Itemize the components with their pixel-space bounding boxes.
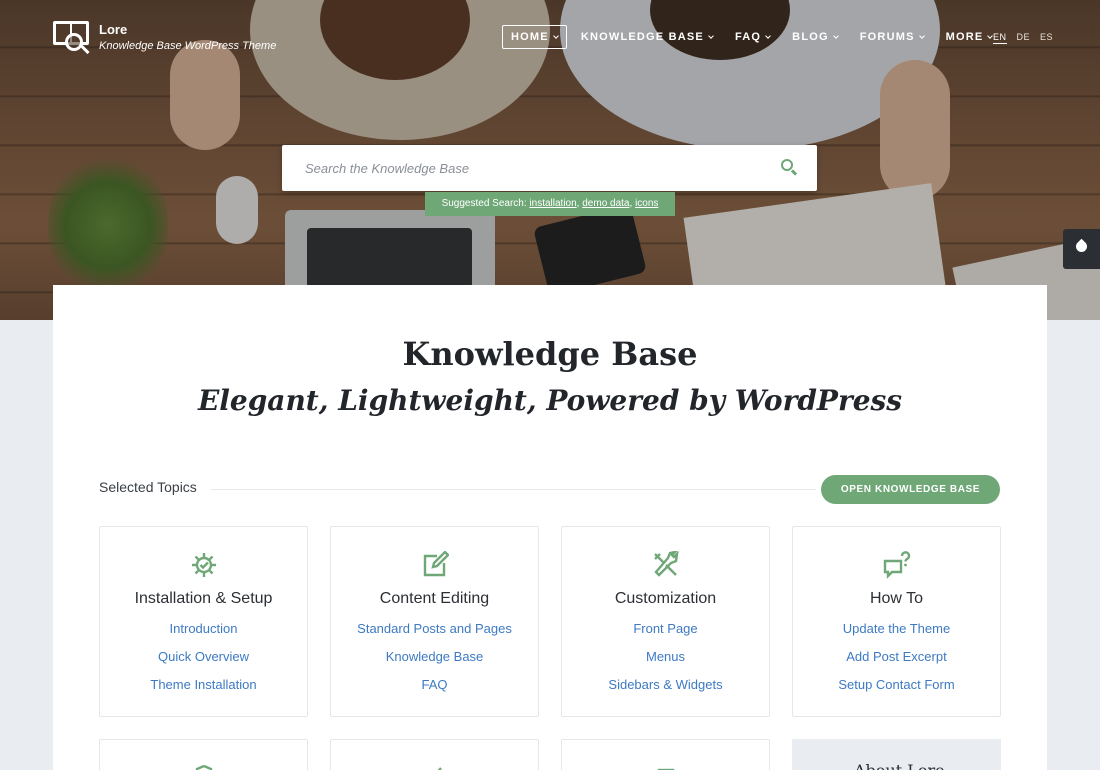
topic-card xyxy=(561,739,770,770)
topic-link[interactable]: Theme Installation xyxy=(100,677,307,705)
topic-card: Customization Front Page Menus Sidebars … xyxy=(561,526,770,717)
main-content: Knowledge Base Elegant, Lightweight, Pow… xyxy=(53,285,1047,770)
drop-icon xyxy=(1073,238,1090,255)
gear-check-icon xyxy=(192,553,216,577)
search-icon[interactable] xyxy=(779,158,799,178)
topic-card: Installation & Setup Introduction Quick … xyxy=(99,526,308,717)
topic-link[interactable]: Update the Theme xyxy=(793,621,1000,649)
site-logo[interactable]: Lore Knowledge Base WordPress Theme xyxy=(53,19,276,56)
chevron-down-icon xyxy=(918,32,925,39)
topic-link[interactable]: Sidebars & Widgets xyxy=(562,677,769,705)
section-title: Selected Topics xyxy=(99,479,197,495)
style-switcher-button[interactable] xyxy=(1063,229,1100,269)
section-divider xyxy=(211,489,816,490)
topic-card xyxy=(99,739,308,770)
topic-title: Installation & Setup xyxy=(134,590,273,607)
nav-item-home[interactable]: HOME xyxy=(502,25,567,49)
nav-item-more[interactable]: MORE xyxy=(938,25,1001,49)
chevron-down-icon xyxy=(552,32,559,39)
topic-link[interactable]: Knowledge Base xyxy=(331,649,538,677)
lang-en[interactable]: EN xyxy=(993,32,1007,44)
pencil-icon xyxy=(437,767,442,770)
book-search-icon xyxy=(53,19,91,56)
topic-title: Customization xyxy=(614,590,717,607)
topic-card: How To Update the Theme Add Post Excerpt… xyxy=(792,526,1001,717)
suggestion-link[interactable]: installation xyxy=(529,198,576,209)
open-knowledge-base-button[interactable]: OPEN KNOWLEDGE BASE xyxy=(821,475,1000,504)
about-box: About Lore xyxy=(792,739,1001,770)
suggested-search-label: Suggested Search: xyxy=(441,198,527,209)
lang-de[interactable]: DE xyxy=(1017,32,1031,44)
language-switcher: EN DE ES xyxy=(993,32,1063,44)
page-subtitle: Elegant, Lightweight, Powered by WordPre… xyxy=(197,384,903,417)
suggestion-link[interactable]: icons xyxy=(635,198,658,209)
shield-icon xyxy=(195,764,213,770)
search-box xyxy=(282,145,817,191)
page-title: Knowledge Base xyxy=(402,335,698,373)
topic-link[interactable]: Menus xyxy=(562,649,769,677)
topic-title: How To xyxy=(869,590,924,607)
chevron-down-icon xyxy=(832,32,839,39)
topic-link[interactable]: Front Page xyxy=(562,621,769,649)
topic-link[interactable]: Quick Overview xyxy=(100,649,307,677)
chat-question-icon xyxy=(883,551,911,579)
suggested-search: Suggested Search: installation, demo dat… xyxy=(425,192,675,216)
topic-link[interactable]: Add Post Excerpt xyxy=(793,649,1000,677)
tools-icon xyxy=(654,551,679,577)
edit-icon xyxy=(423,551,449,577)
nav-item-forums[interactable]: FORUMS xyxy=(852,25,932,49)
topic-title: Content Editing xyxy=(379,590,490,607)
topic-link[interactable]: FAQ xyxy=(331,677,538,705)
nav-item-blog[interactable]: BLOG xyxy=(784,25,846,49)
chevron-down-icon xyxy=(708,32,714,39)
suggestion-link[interactable]: demo data xyxy=(582,198,629,209)
about-title: About Lore xyxy=(854,761,945,770)
topic-link[interactable]: Introduction xyxy=(100,621,307,649)
topic-card xyxy=(330,739,539,770)
topic-link[interactable]: Setup Contact Form xyxy=(793,677,1000,705)
calendar-icon xyxy=(657,768,675,770)
nav-item-faq[interactable]: FAQ xyxy=(727,25,778,49)
topic-card: Content Editing Standard Posts and Pages… xyxy=(330,526,539,717)
lang-es[interactable]: ES xyxy=(1040,32,1053,44)
site-name: Lore xyxy=(99,21,128,37)
site-tagline: Knowledge Base WordPress Theme xyxy=(99,39,277,52)
nav-item-knowledge-base[interactable]: KNOWLEDGE BASE xyxy=(573,25,721,49)
chevron-down-icon xyxy=(765,32,772,39)
topic-link[interactable]: Standard Posts and Pages xyxy=(331,621,538,649)
main-nav: HOME KNOWLEDGE BASE FAQ BLOG FORUMS MORE xyxy=(502,25,1006,49)
search-input[interactable] xyxy=(282,145,762,191)
